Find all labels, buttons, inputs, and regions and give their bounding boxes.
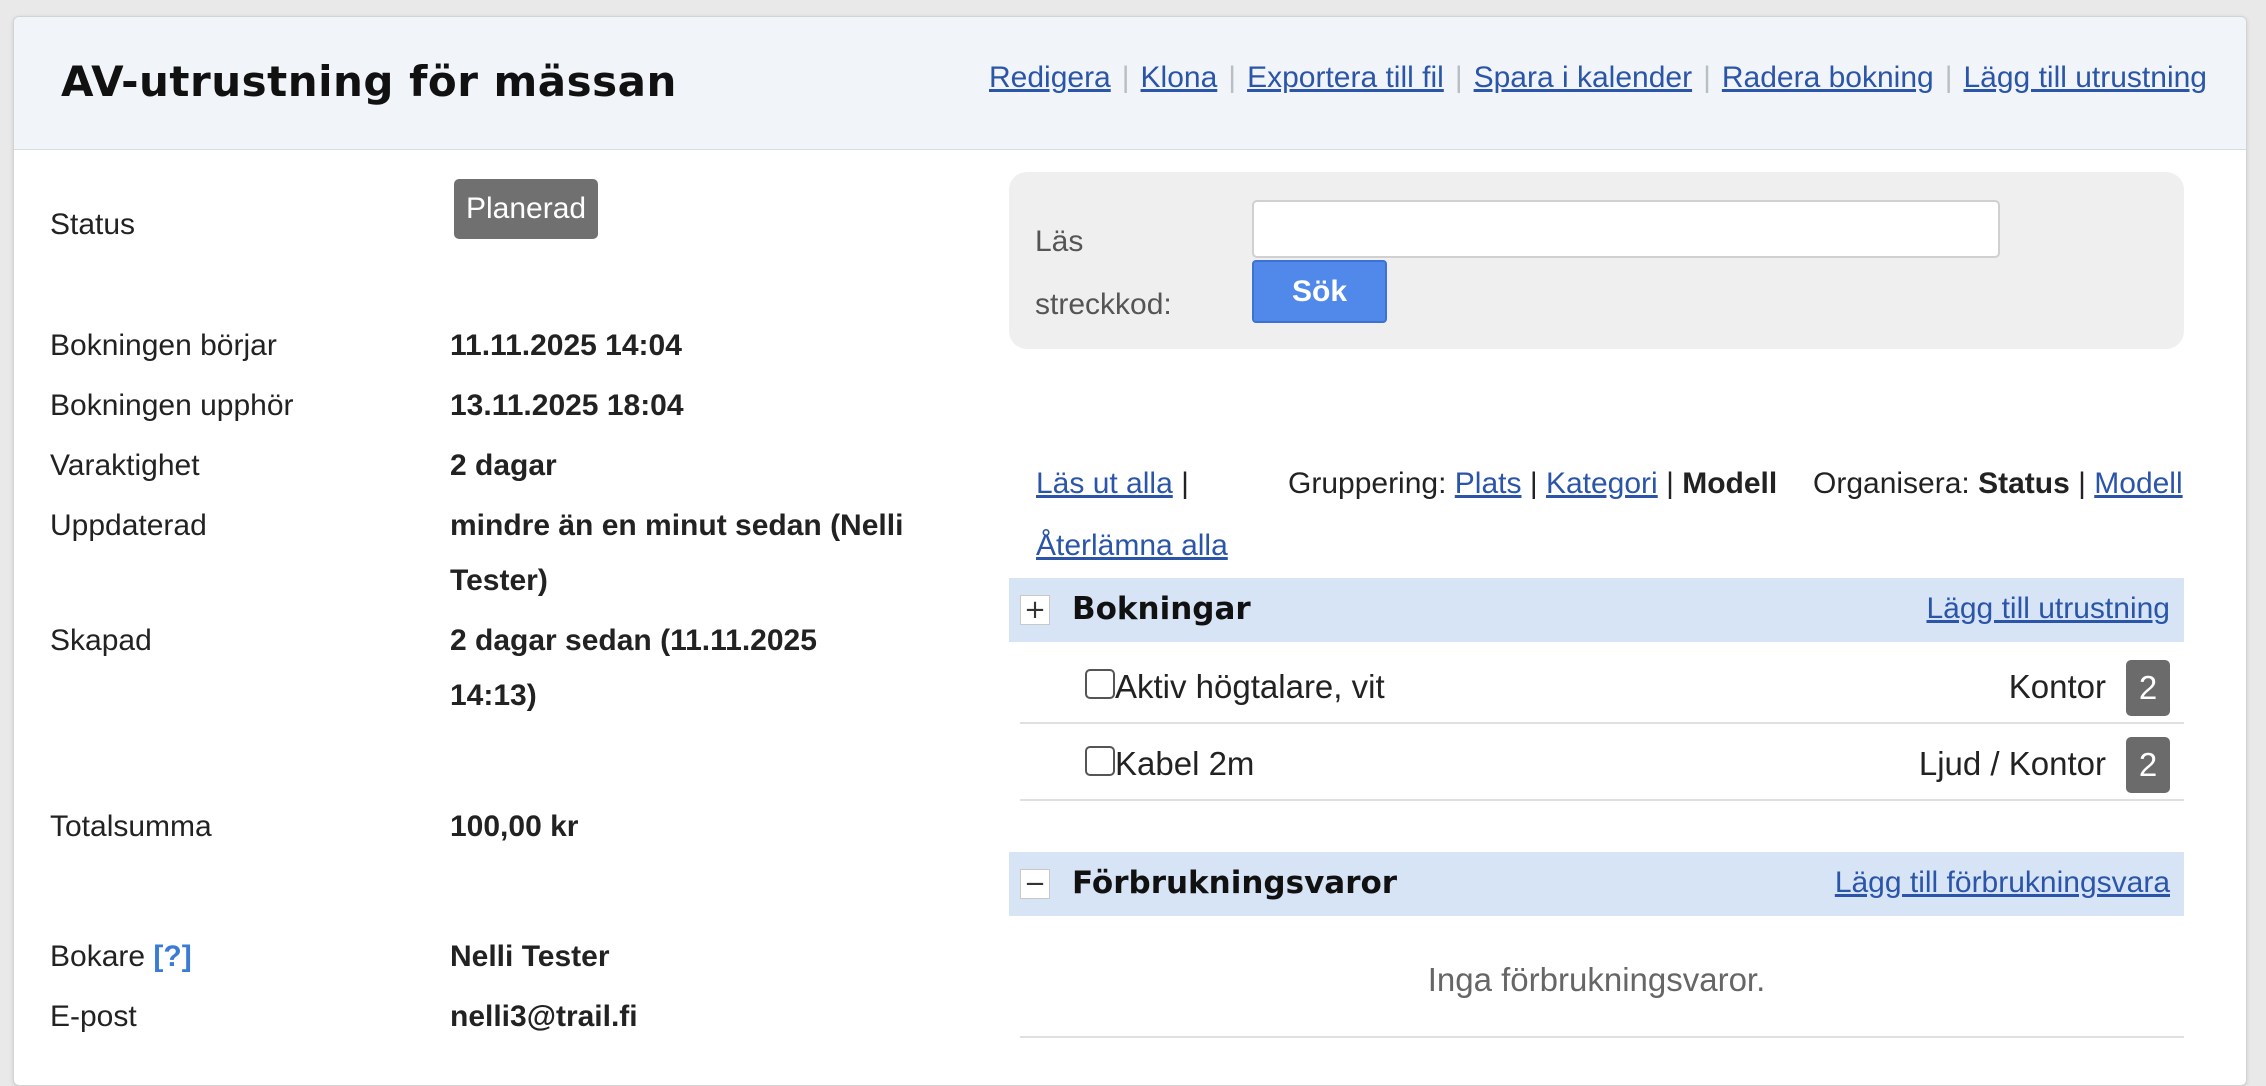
checkout-all-link[interactable]: Läs ut alla (1036, 467, 1173, 500)
email-label: E-post (50, 1000, 137, 1033)
search-button[interactable]: Sök (1252, 260, 1387, 323)
separator: | (1228, 61, 1237, 94)
grouping-category-link[interactable]: Kategori (1546, 467, 1658, 500)
edit-link[interactable]: Redigera (989, 61, 1111, 94)
created-value-line1: 2 dagar sedan (11.11.2025 (450, 624, 817, 657)
booker-label-text: Bokare (50, 940, 146, 973)
item-name: Aktiv högtalare, vit (1115, 668, 1385, 705)
empty-consumables-message: Inga förbrukningsvaror. (1427, 961, 1766, 998)
starts-label: Bokningen börjar (50, 329, 277, 362)
created-value: 2 dagar sedan (11.11.2025 14:13) (450, 613, 817, 723)
separator: | (2078, 467, 2086, 500)
quantity-badge: 2 (2126, 737, 2170, 793)
status-label: Status (50, 208, 136, 241)
item-location: Kontor (2008, 668, 2106, 705)
list-item: Kabel 2m Ljud / Kontor 2 (1020, 725, 2184, 801)
page-title: AV-utrustning för mässan (61, 57, 677, 106)
consumables-title: Förbrukningsvaror (1072, 865, 1398, 901)
organize-label: Organisera: (1813, 467, 1970, 500)
booker-help-link[interactable]: [?] (153, 940, 191, 973)
barcode-label-line2: streckkod: (1035, 288, 1172, 321)
created-value-line2: 14:13) (450, 679, 537, 712)
email-value: nelli3@trail.fi (450, 1000, 638, 1033)
item-name: Kabel 2m (1115, 745, 1255, 782)
add-equipment-section-link[interactable]: Lägg till utrustning (1927, 592, 2171, 626)
add-equipment-link[interactable]: Lägg till utrustning (1964, 61, 2208, 94)
item-checkbox[interactable] (1085, 746, 1115, 776)
quantity-badge: 2 (2126, 660, 2170, 716)
export-link[interactable]: Exportera till fil (1247, 61, 1444, 94)
booker-value: Nelli Tester (450, 940, 610, 973)
updated-value-line1: mindre än en minut sedan (Nelli (450, 509, 904, 542)
duration-label: Varaktighet (50, 449, 200, 482)
starts-value: 11.11.2025 14:04 (450, 329, 682, 362)
updated-label: Uppdaterad (50, 509, 207, 542)
collapse-icon[interactable]: − (1020, 869, 1050, 899)
updated-value-line2: Tester) (450, 564, 548, 597)
separator: | (1529, 467, 1538, 500)
return-all-group: Återlämna alla (1036, 529, 1228, 563)
separator: | (1944, 61, 1953, 94)
separator: | (1121, 61, 1130, 94)
updated-value: mindre än en minut sedan (Nelli Tester) (450, 498, 903, 608)
delete-booking-link[interactable]: Radera bokning (1722, 61, 1934, 94)
grouping-model-current: Modell (1682, 467, 1778, 500)
consumables-section-header: − Förbrukningsvaror Lägg till förbruknin… (1009, 852, 2184, 916)
expand-icon[interactable]: + (1020, 595, 1050, 625)
separator: | (1181, 467, 1189, 500)
separator: | (1454, 61, 1463, 94)
separator: | (1666, 467, 1674, 500)
ends-value: 13.11.2025 18:04 (450, 389, 684, 422)
barcode-input[interactable] (1252, 200, 2000, 258)
grouping-control: Gruppering: Plats | Kategori | Modell (1288, 467, 1777, 501)
booker-label: Bokare [?] (50, 940, 192, 974)
created-label: Skapad (50, 624, 152, 657)
clone-link[interactable]: Klona (1141, 61, 1218, 94)
grouping-place-link[interactable]: Plats (1455, 467, 1522, 500)
organize-status-current: Status (1978, 467, 2070, 500)
save-calendar-link[interactable]: Spara i kalender (1474, 61, 1692, 94)
header-actions: Redigera | Klona | Exportera till fil | Spara … (989, 61, 2207, 95)
return-all-link[interactable]: Återlämna alla (1036, 529, 1228, 562)
item-location: Ljud / Kontor (1918, 745, 2106, 782)
barcode-scan-box: Läs streckkod: Sök (1009, 172, 2184, 349)
total-label: Totalsumma (50, 810, 212, 843)
list-item: Aktiv högtalare, vit Kontor 2 (1020, 648, 2184, 724)
grouping-label: Gruppering: (1288, 467, 1447, 500)
duration-value: 2 dagar (450, 449, 557, 482)
barcode-label: Läs streckkod: (1035, 210, 1185, 336)
organize-control: Organisera: Status | Modell (1813, 467, 2183, 501)
ends-label: Bokningen upphör (50, 389, 294, 422)
panel-header: AV-utrustning för mässan Redigera | Klona |… (14, 17, 2246, 150)
divider (1020, 1036, 2184, 1038)
checkout-all-group: Läs ut alla | (1036, 467, 1189, 501)
total-value: 100,00 kr (450, 810, 579, 843)
bookings-title: Bokningar (1072, 591, 1251, 627)
organize-model-link[interactable]: Modell (2094, 467, 2182, 500)
item-checkbox[interactable] (1085, 669, 1115, 699)
separator: | (1703, 61, 1711, 94)
barcode-label-line1: Läs (1035, 225, 1084, 258)
status-badge: Planerad (454, 179, 599, 239)
add-consumable-link[interactable]: Lägg till förbrukningsvara (1835, 866, 2170, 900)
bookings-section-header: + Bokningar Lägg till utrustning (1009, 578, 2184, 642)
